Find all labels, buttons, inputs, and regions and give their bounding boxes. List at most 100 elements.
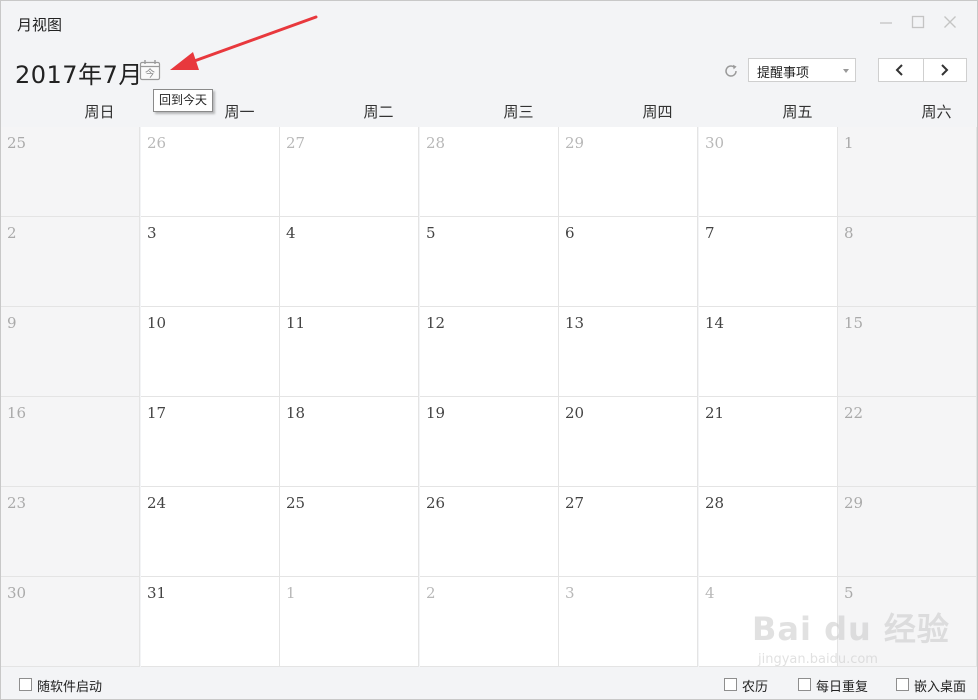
day-cell[interactable]: 26 [141,127,280,217]
title-bar: 月视图 [1,1,977,45]
day-cell[interactable]: 13 [559,307,698,397]
chevron-left-icon [895,64,903,76]
day-cell[interactable]: 9 [1,307,140,397]
day-cell[interactable]: 14 [699,307,838,397]
day-number: 30 [705,134,725,152]
watermark-url: jingyan.baidu.com [758,652,878,667]
day-number: 13 [565,314,585,332]
day-cell[interactable]: 21 [699,397,838,487]
day-number: 27 [565,494,585,512]
day-cell[interactable]: 25 [1,127,140,217]
today-calendar-icon[interactable]: 今 [139,59,161,81]
day-number: 24 [147,494,167,512]
day-cell[interactable]: 28 [699,487,838,577]
today-icon-glyph: 今 [145,67,155,80]
day-number: 7 [705,224,715,242]
checkbox-box[interactable] [724,678,737,691]
day-number: 26 [426,494,446,512]
maximize-icon[interactable] [909,15,927,33]
day-cell[interactable]: 27 [559,487,698,577]
day-cell[interactable]: 30 [1,577,140,667]
next-month-button[interactable] [923,59,967,81]
day-number: 18 [286,404,306,422]
reminder-type-select[interactable]: 提醒事项 [748,58,856,82]
baidu-jingyan-watermark: Bai du 经验 jingyan.baidu.com [752,596,962,680]
start-with-app-label: 随软件启动 [37,680,103,695]
day-number: 1 [844,134,854,152]
refresh-icon[interactable] [723,63,739,79]
day-cell[interactable]: 16 [1,397,140,487]
calendar-header: 2017年7月 今 提醒事项 [1,45,977,95]
day-cell[interactable]: 1 [280,577,419,667]
day-cell[interactable]: 28 [420,127,559,217]
day-cell[interactable]: 6 [559,217,698,307]
day-cell[interactable]: 17 [141,397,280,487]
day-cell[interactable]: 2 [1,217,140,307]
weekday-wed: 周三 [503,103,534,121]
day-cell[interactable]: 2 [420,577,559,667]
day-number: 25 [286,494,306,512]
day-number: 27 [286,134,306,152]
day-cell[interactable]: 26 [420,487,559,577]
day-cell[interactable]: 12 [420,307,559,397]
day-number: 25 [7,134,27,152]
month-grid: 25 26 27 28 29 30 1 2 3 4 5 6 7 8 9 10 11 12 13 14 15 16 17 18 1… [1,127,977,667]
close-icon[interactable] [941,15,959,33]
minimize-icon[interactable] [877,15,895,33]
day-number: 1 [286,584,296,602]
day-number: 3 [565,584,575,602]
prev-month-button[interactable] [879,59,924,81]
day-cell[interactable]: 7 [699,217,838,307]
day-number: 31 [147,584,167,602]
month-title: 2017年7月 [15,61,143,89]
day-cell[interactable]: 5 [420,217,559,307]
day-cell[interactable]: 20 [559,397,698,487]
day-number: 21 [705,404,725,422]
day-number: 22 [844,404,864,422]
day-cell[interactable]: 29 [559,127,698,217]
day-cell[interactable]: 31 [141,577,280,667]
day-number: 14 [705,314,725,332]
day-number: 4 [705,584,715,602]
day-number: 10 [147,314,167,332]
day-cell[interactable]: 4 [280,217,419,307]
day-cell[interactable]: 8 [838,217,977,307]
day-cell[interactable]: 3 [559,577,698,667]
day-cell[interactable]: 30 [699,127,838,217]
weekday-tue: 周二 [363,103,394,121]
day-cell[interactable]: 27 [280,127,419,217]
day-cell[interactable]: 10 [141,307,280,397]
chevron-right-icon [941,64,949,76]
day-cell[interactable]: 24 [141,487,280,577]
month-nav [878,58,967,82]
day-number: 23 [7,494,27,512]
day-cell[interactable]: 15 [838,307,977,397]
today-tooltip: 回到今天 [153,89,214,112]
checkbox-box[interactable] [19,678,32,691]
day-number: 15 [844,314,864,332]
day-cell[interactable]: 1 [838,127,977,217]
day-cell[interactable]: 29 [838,487,977,577]
day-cell[interactable]: 23 [1,487,140,577]
chevron-down-icon [843,69,849,73]
day-cell[interactable]: 11 [280,307,419,397]
day-number: 2 [426,584,436,602]
weekday-sun: 周日 [84,103,115,121]
day-cell[interactable]: 3 [141,217,280,307]
day-number: 20 [565,404,585,422]
day-number: 17 [147,404,167,422]
day-cell[interactable]: 19 [420,397,559,487]
day-cell[interactable]: 25 [280,487,419,577]
day-cell[interactable]: 18 [280,397,419,487]
day-number: 6 [565,224,575,242]
day-number: 28 [705,494,725,512]
day-cell[interactable]: 22 [838,397,977,487]
day-number: 5 [426,224,436,242]
reminder-type-value: 提醒事项 [757,66,810,81]
weekday-header-row: 周日 周一 周二 周三 周四 周五 周六 [1,95,977,127]
weekday-sat: 周六 [921,103,952,121]
day-number: 4 [286,224,296,242]
window-title: 月视图 [17,16,63,34]
day-number: 29 [844,494,864,512]
day-number: 28 [426,134,446,152]
